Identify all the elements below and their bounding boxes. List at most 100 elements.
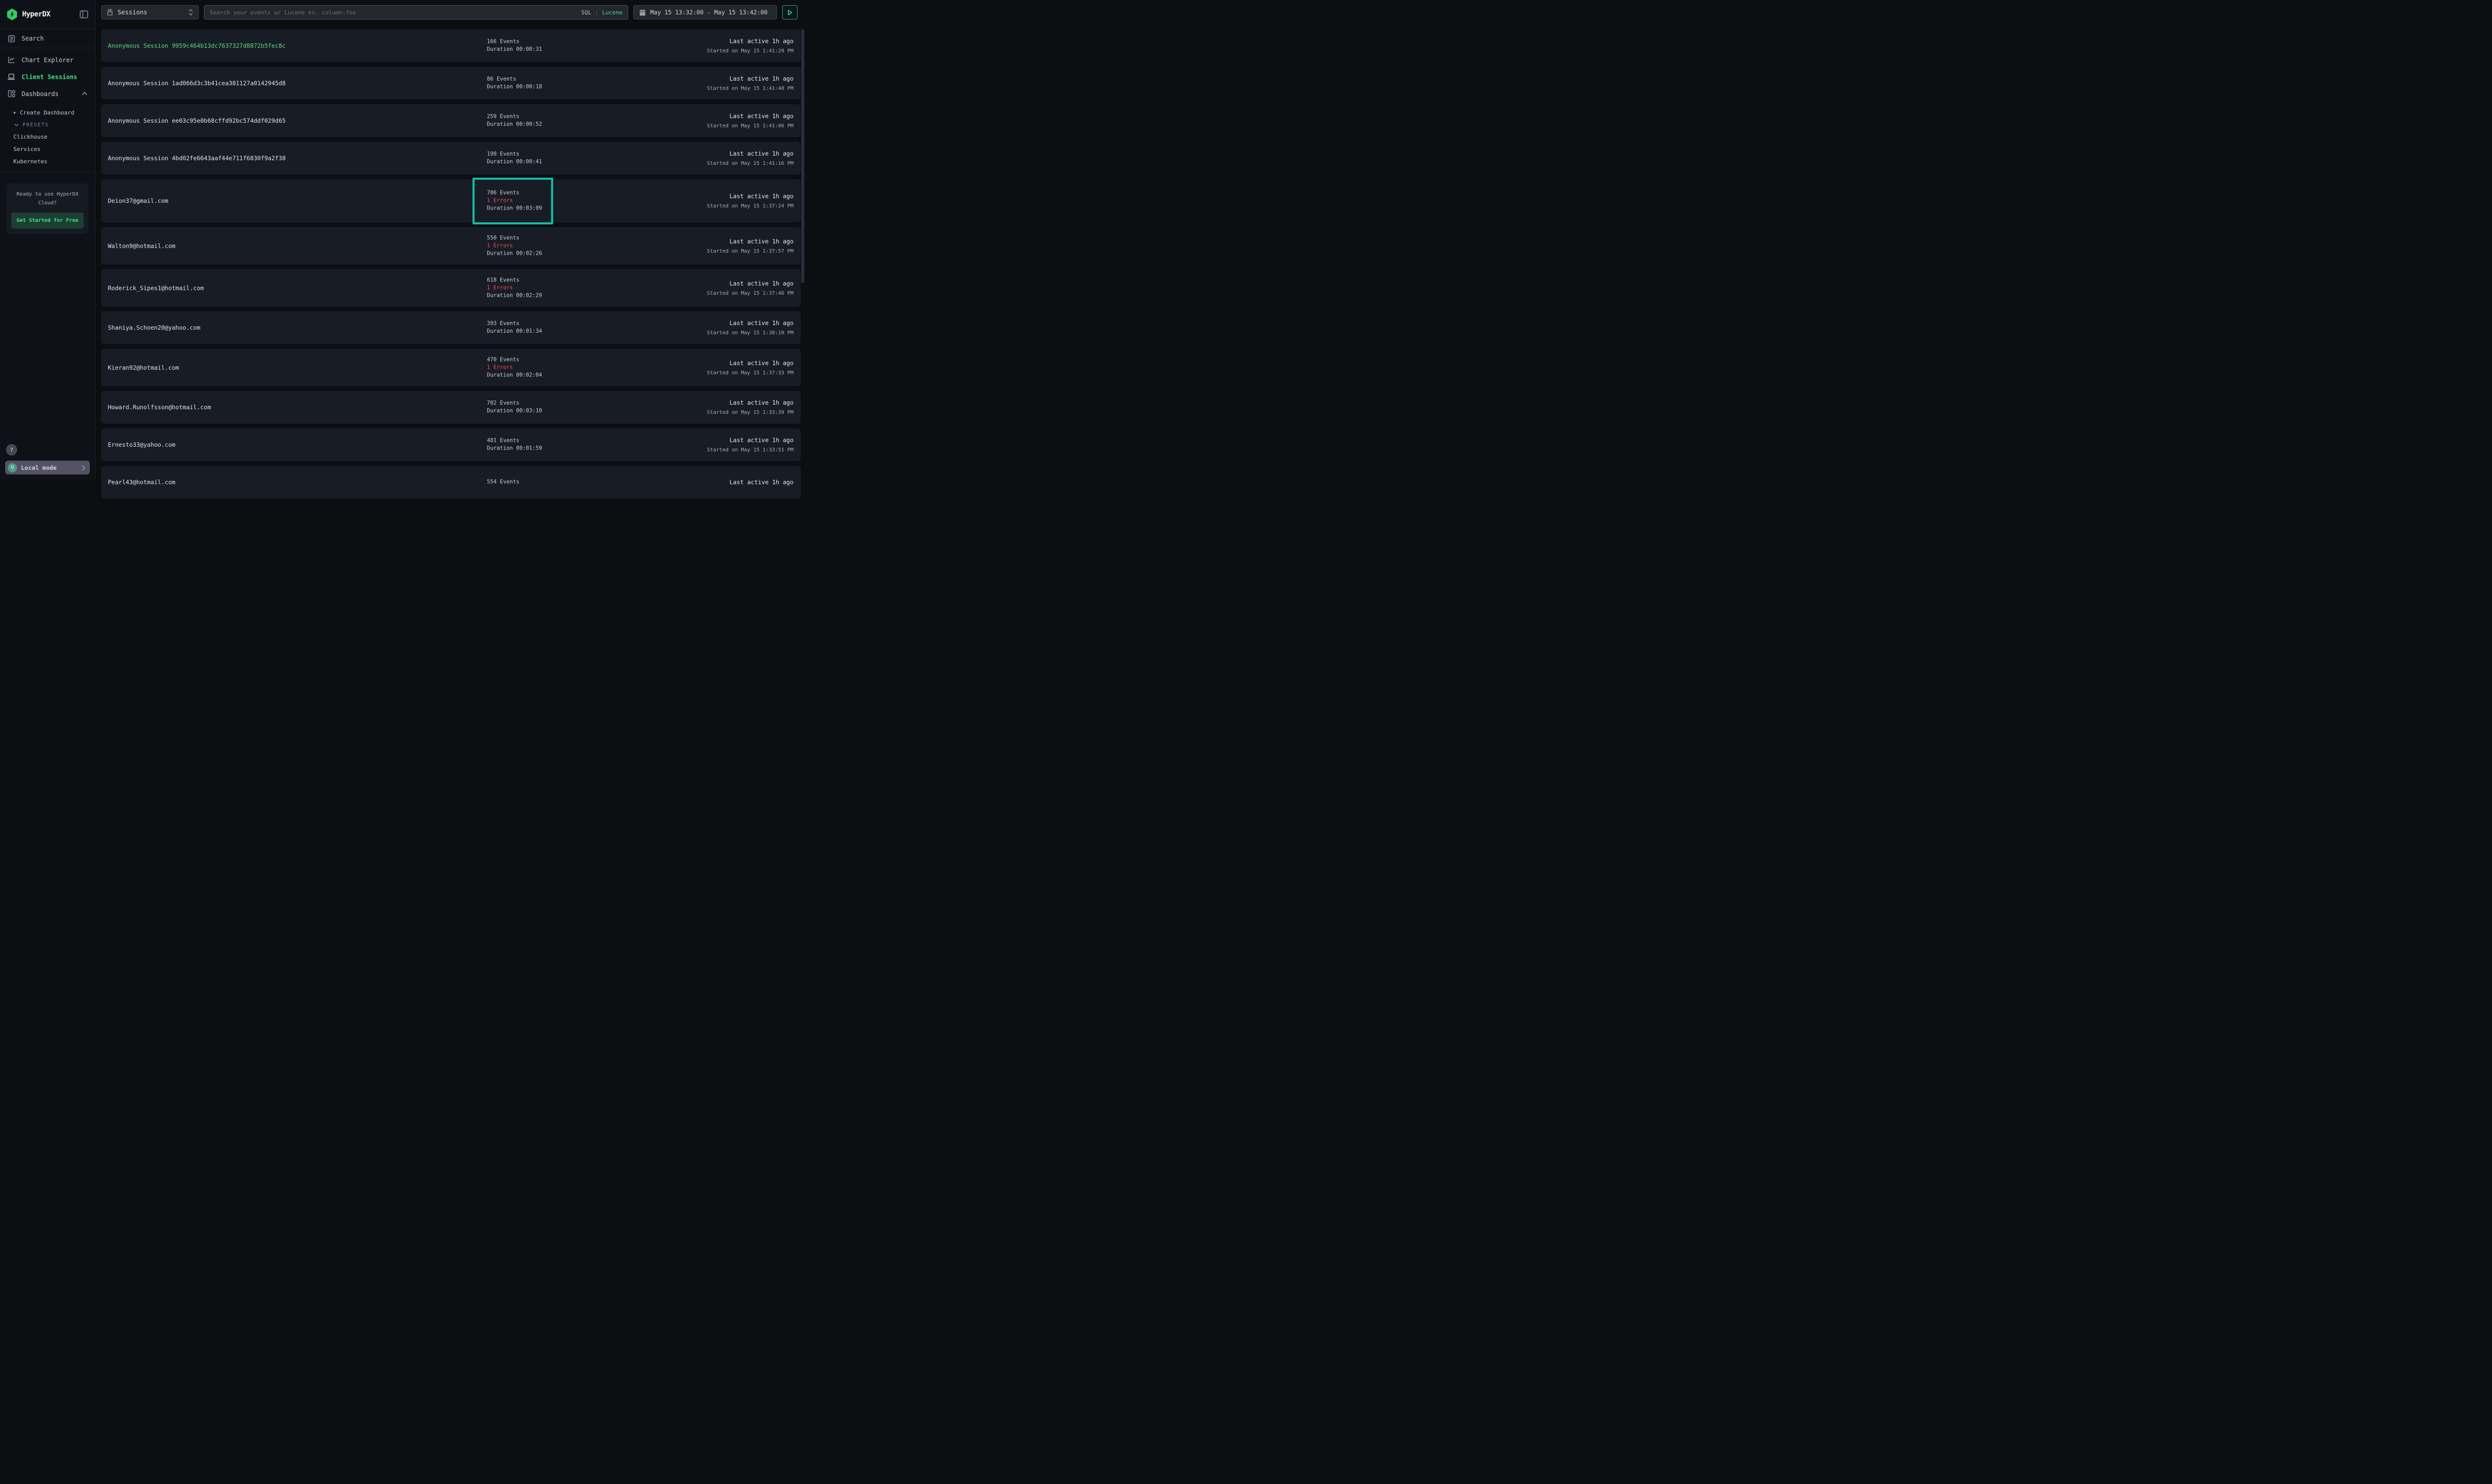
- started-label: Started on May 15 1:37:33 PM: [707, 370, 794, 376]
- session-duration: Duration 00:02:26: [487, 250, 542, 257]
- topbar: Sessions SQL | Lucene May 15 1: [96, 0, 805, 20]
- dashboards-icon: [7, 90, 15, 98]
- session-times: Last active 1h ago: [729, 479, 794, 486]
- events-count: 702 Events: [487, 399, 542, 407]
- sidebar-item-dashboards[interactable]: Dashboards: [0, 85, 95, 102]
- session-stats: 86 EventsDuration 00:00:18: [487, 75, 542, 91]
- sidebar: HyperDX Search Chart Explorer: [0, 0, 96, 480]
- presets-toggle[interactable]: PRESETS: [0, 119, 95, 131]
- session-stats: 166 EventsDuration 00:00:31: [487, 38, 542, 53]
- cloud-promo-text: Ready to use HyperDX Cloud?: [11, 190, 84, 207]
- events-count: 618 Events: [487, 276, 542, 284]
- last-active-label: Last active 1h ago: [707, 112, 794, 120]
- help-button[interactable]: ?: [6, 444, 17, 455]
- session-title: Pearl43@hotmail.com: [108, 479, 176, 486]
- started-label: Started on May 15 1:38:10 PM: [707, 330, 794, 336]
- chevron-right-icon: [81, 465, 86, 471]
- session-stats: 481 EventsDuration 00:01:59: [487, 437, 542, 452]
- last-active-label: Last active 1h ago: [707, 319, 794, 327]
- sidebar-footer: ? U Local mode: [0, 444, 95, 480]
- sidebar-item-search[interactable]: Search: [0, 29, 95, 48]
- session-times: Last active 1h ago Started on May 15 1:37…: [707, 359, 794, 376]
- local-mode-label: Local mode: [21, 464, 56, 471]
- session-row[interactable]: Shaniya.Schoen20@yahoo.com393 EventsDura…: [101, 311, 801, 344]
- started-label: Started on May 15 1:41:06 PM: [707, 123, 794, 129]
- session-row[interactable]: Anonymous Session 9959c464b13dc7637327d8…: [101, 29, 801, 62]
- session-row[interactable]: Anonymous Session 1ad066d3c3b41cea381127…: [101, 67, 801, 100]
- session-row[interactable]: Deion37@gmail.com706 Events1 ErrorsDurat…: [101, 179, 801, 222]
- app-title: HyperDX: [22, 10, 50, 18]
- scrollbar[interactable]: [801, 29, 804, 283]
- errors-count: 1 Errors: [487, 197, 542, 205]
- session-times: Last active 1h ago Started on May 15 1:33…: [707, 436, 794, 453]
- session-row[interactable]: Roderick_Sipes1@hotmail.com618 Events1 E…: [101, 269, 801, 307]
- search-nav-icon: [7, 35, 15, 43]
- user-menu[interactable]: U Local mode: [5, 461, 90, 474]
- session-row[interactable]: Kieran92@hotmail.com470 Events1 ErrorsDu…: [101, 349, 801, 386]
- session-times: Last active 1h agoStarted on May 15 1:33…: [707, 399, 794, 415]
- create-dashboard-button[interactable]: + Create Dashboard: [0, 107, 95, 119]
- chevron-down-icon: [14, 123, 19, 127]
- create-dashboard-label: Create Dashboard: [20, 109, 74, 116]
- chevron-up-icon[interactable]: [81, 91, 88, 96]
- started-label: Started on May 15 1:33:39 PM: [707, 410, 794, 415]
- lucene-toggle[interactable]: Lucene: [602, 9, 622, 16]
- sidebar-item-label: Chart Explorer: [22, 56, 73, 64]
- session-stats: 550 Events1 ErrorsDuration 00:02:26: [487, 234, 542, 257]
- session-times: Last active 1h ago Started on May 15 1:41…: [707, 75, 794, 91]
- last-active-label: Last active 1h ago: [707, 75, 794, 82]
- session-row[interactable]: Anonymous Session 4bd02fe6643aaf44e711f6…: [101, 142, 801, 175]
- source-icon: [106, 9, 114, 16]
- sidebar-item-label: Dashboards: [22, 90, 59, 98]
- source-select[interactable]: Sessions: [101, 5, 199, 20]
- session-title: Walton9@hotmail.com: [108, 242, 176, 250]
- get-started-button[interactable]: Get Started for Free: [11, 213, 84, 229]
- session-times: Last active 1h ago Started on May 15 1:41…: [707, 112, 794, 129]
- session-row[interactable]: Anonymous Session ee03c95e0b68cffd92bc57…: [101, 104, 801, 137]
- run-query-button[interactable]: [782, 5, 798, 20]
- events-count: 190 Events: [487, 150, 542, 158]
- time-range-picker[interactable]: May 15 13:32:00 - May 15 13:42:00: [633, 5, 777, 20]
- main-area: Sessions SQL | Lucene May 15 1: [96, 0, 805, 480]
- session-row[interactable]: Pearl43@hotmail.com554 EventsLast active…: [101, 466, 801, 499]
- sidebar-item-chart-explorer[interactable]: Chart Explorer: [0, 51, 95, 68]
- last-active-label: Last active 1h ago: [707, 436, 794, 444]
- events-count: 550 Events: [487, 234, 542, 242]
- session-duration: Duration 00:00:18: [487, 83, 542, 91]
- session-title: Ernesto33@yahoo.com: [108, 441, 176, 448]
- last-active-label: Last active 1h ago: [729, 479, 794, 486]
- chart-icon: [7, 56, 15, 64]
- session-duration: Duration 00:01:34: [487, 328, 542, 335]
- preset-item-kubernetes[interactable]: Kubernetes: [0, 156, 95, 168]
- session-times: Last active 1h ago Started on May 15 1:38…: [707, 319, 794, 336]
- started-label: Started on May 15 1:41:40 PM: [707, 86, 794, 91]
- sidebar-item-label: Client Sessions: [22, 73, 77, 81]
- sidebar-nav-group: Chart Explorer Client Sessions Dashboard…: [0, 48, 95, 173]
- session-row[interactable]: Ernesto33@yahoo.com 481 EventsDuration 00…: [101, 428, 801, 461]
- events-count: 166 Events: [487, 38, 542, 46]
- started-label: Started on May 15 1:37:46 PM: [707, 291, 794, 296]
- events-count: 86 Events: [487, 75, 542, 83]
- session-times: Last active 1h agoStarted on May 15 1:37…: [707, 193, 794, 209]
- last-active-label: Last active 1h ago: [707, 359, 794, 367]
- session-duration: Duration 00:02:04: [487, 371, 542, 379]
- errors-count: 1 Errors: [487, 364, 542, 371]
- sidebar-item-label: Search: [22, 35, 44, 42]
- sql-toggle[interactable]: SQL: [581, 9, 592, 16]
- session-title: Howard.Runolfsson@hotmail.com: [108, 404, 211, 411]
- session-times: Last active 1h agoStarted on May 15 1:41…: [707, 37, 794, 54]
- sidebar-collapse-icon[interactable]: [80, 10, 88, 18]
- preset-item-clickhouse[interactable]: Clickhouse: [0, 131, 95, 143]
- last-active-label: Last active 1h ago: [707, 37, 794, 45]
- session-title: Deion37@gmail.com: [108, 197, 168, 204]
- session-stats: 618 Events1 ErrorsDuration 00:02:29: [487, 276, 542, 299]
- preset-item-services[interactable]: Services: [0, 143, 95, 156]
- search-input[interactable]: [210, 9, 577, 16]
- started-label: Started on May 15 1:33:51 PM: [707, 447, 794, 453]
- session-duration: Duration 00:02:29: [487, 292, 542, 299]
- sidebar-item-client-sessions[interactable]: Client Sessions: [0, 68, 95, 85]
- session-row[interactable]: Walton9@hotmail.com 550 Events1 ErrorsDur…: [101, 227, 801, 264]
- last-active-label: Last active 1h ago: [707, 193, 794, 200]
- session-duration: Duration 00:00:31: [487, 46, 542, 53]
- session-row[interactable]: Howard.Runolfsson@hotmail.com702 EventsD…: [101, 391, 801, 424]
